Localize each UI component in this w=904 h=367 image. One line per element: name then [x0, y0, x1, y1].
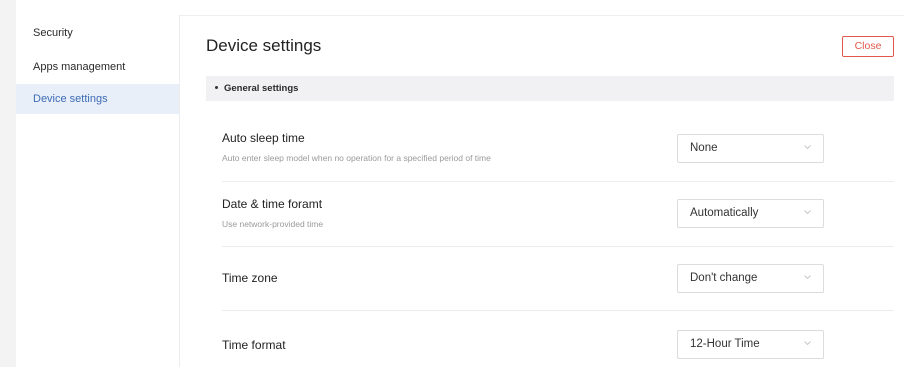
top-divider [180, 15, 904, 16]
setting-row-auto-sleep: Auto sleep time Auto enter sleep model w… [206, 101, 894, 182]
setting-description: Auto enter sleep model when no operation… [222, 153, 491, 163]
app-root: Security Apps management Device settings… [0, 0, 904, 367]
time-format-select[interactable]: 12-Hour Time [677, 330, 824, 359]
select-value: Automatically [690, 207, 759, 219]
sidebar-item-label: Security [33, 27, 73, 39]
chevron-down-icon [804, 209, 811, 215]
outer-edge [0, 0, 16, 367]
sidebar: Security Apps management Device settings [16, 15, 180, 367]
sidebar-item-apps-management[interactable]: Apps management [16, 52, 179, 82]
select-value: 12-Hour Time [690, 338, 760, 350]
setting-title: Date & time foramt [222, 197, 323, 211]
chevron-down-icon [804, 340, 811, 346]
sidebar-item-security[interactable]: Security [16, 18, 179, 48]
auto-sleep-select[interactable]: None [677, 134, 824, 163]
setting-title: Time format [222, 338, 286, 352]
setting-row-time-format: Time format 12-Hour Time [206, 310, 894, 367]
setting-title: Time zone [222, 271, 278, 285]
setting-description: Use network-provided time [222, 219, 324, 229]
setting-row-date-time: Date & time foramt Use network-provided … [206, 181, 894, 247]
select-value: Don't change [690, 272, 758, 284]
sidebar-item-label: Device settings [33, 93, 108, 105]
page-title: Device settings [206, 36, 322, 55]
chevron-down-icon [804, 144, 811, 150]
sidebar-item-device-settings[interactable]: Device settings [16, 84, 179, 114]
section-title: General settings [224, 83, 299, 94]
time-zone-select[interactable]: Don't change [677, 264, 824, 293]
select-value: None [690, 142, 718, 154]
chevron-down-icon [804, 274, 811, 280]
close-button[interactable]: Close [842, 36, 894, 57]
section-header[interactable]: General settings [206, 76, 894, 101]
setting-row-time-zone: Time zone Don't change [206, 246, 894, 311]
sidebar-item-label: Apps management [33, 61, 126, 73]
setting-title: Auto sleep time [222, 131, 305, 145]
date-time-select[interactable]: Automatically [677, 199, 824, 228]
bullet-icon [215, 85, 218, 89]
